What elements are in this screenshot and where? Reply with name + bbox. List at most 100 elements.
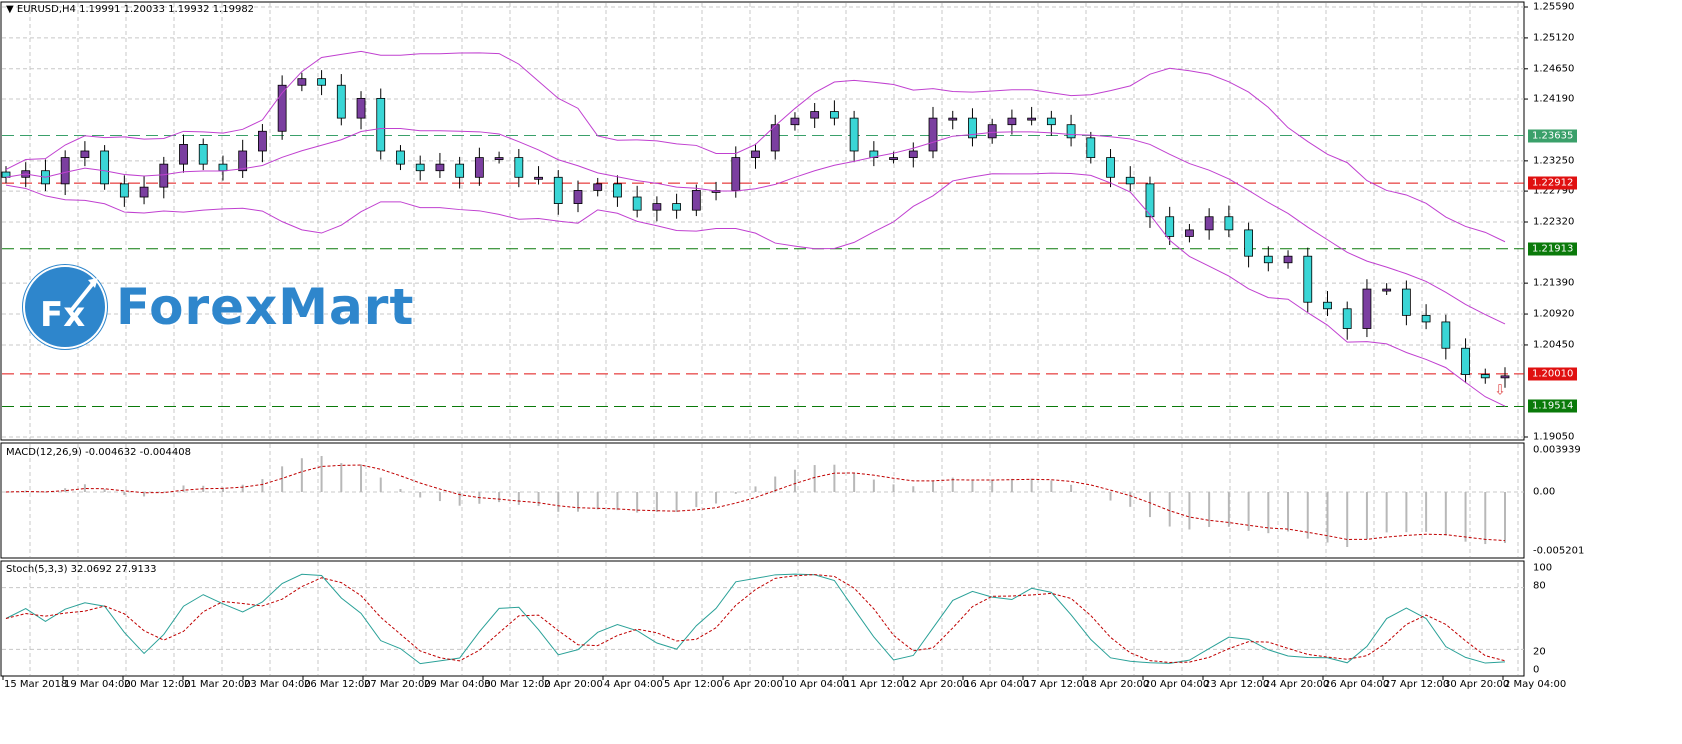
candle (534, 166, 543, 185)
candle (80, 141, 90, 167)
candle-body (60, 157, 70, 185)
time-tick-label: 16 Apr 04:00 (964, 679, 1030, 690)
candle (100, 145, 110, 190)
candle (277, 75, 287, 140)
time-tick-label: 6 Apr 20:00 (724, 679, 783, 690)
candle-body (218, 163, 228, 172)
time-tick-label: 2 May 04:00 (1504, 679, 1567, 690)
candle-body (80, 150, 90, 158)
time-tick-label: 21 Mar 20:00 (184, 679, 251, 690)
candle (790, 112, 800, 131)
candle (1165, 206, 1175, 246)
candle-body (139, 186, 149, 198)
candle (41, 159, 50, 192)
candle-body (119, 183, 129, 198)
candle (317, 70, 326, 96)
symbol-label: EURUSD,H4 (16, 4, 76, 15)
candle (1185, 223, 1194, 243)
macd-tick-label: 0.003939 (1533, 444, 1581, 456)
candle-body (1086, 137, 1096, 158)
candle (1323, 291, 1332, 317)
candle (1027, 106, 1037, 126)
stoch-tick-label: 0 (1533, 664, 1540, 676)
candle-body (751, 150, 760, 158)
candle-body (376, 97, 386, 152)
candle (1145, 176, 1155, 228)
time-tick-label: 27 Apr 12:00 (1384, 679, 1450, 690)
candle (1, 166, 11, 184)
candle-body (810, 111, 820, 119)
macd-panel-frame (0, 442, 1525, 559)
candle (1362, 279, 1372, 338)
candle (672, 193, 682, 219)
candle (810, 102, 820, 128)
candle-body (534, 176, 543, 180)
candle (119, 175, 129, 207)
time-tick-label: 27 Mar 20:00 (364, 679, 431, 690)
candle-body (652, 203, 662, 211)
time-tick-label: 4 Apr 04:00 (604, 679, 663, 690)
time-tick-label: 20 Mar 12:00 (124, 679, 191, 690)
price-tick-label: 1.25590 (1533, 1, 1575, 13)
candle (139, 175, 149, 205)
candle-body (1401, 288, 1411, 316)
candle (1303, 247, 1313, 313)
stoch-tick-label: 80 (1533, 580, 1546, 592)
candle-body (435, 163, 445, 172)
candle (435, 152, 445, 178)
candle-body (1461, 347, 1470, 375)
price-tick-label: 1.21390 (1533, 277, 1575, 289)
candle-body (553, 176, 563, 204)
candle (928, 106, 938, 159)
candle-body (889, 157, 898, 160)
chart-window: ⇩ ▼ EURUSD,H4 1.19991 1.20033 1.19932 1.… (0, 0, 1682, 744)
candle (968, 108, 977, 147)
collapse-triangle-icon[interactable]: ▼ (6, 4, 14, 15)
time-tick-label: 24 Apr 20:00 (1264, 679, 1330, 690)
time-tick-label: 23 Mar 04:00 (244, 679, 311, 690)
level-price-tag: 1.23635 (1528, 129, 1578, 143)
candle-body (1500, 375, 1510, 379)
candle-body (1480, 374, 1490, 379)
time-tick-label: 5 Apr 12:00 (664, 679, 723, 690)
candle (1224, 205, 1234, 238)
candle-body (238, 150, 248, 172)
candle (1441, 314, 1451, 360)
candle-body (849, 117, 859, 152)
candle-body (731, 157, 741, 191)
candle-body (790, 117, 800, 126)
candle (238, 139, 248, 178)
candle (474, 147, 484, 186)
price-tick-label: 1.25120 (1533, 32, 1575, 44)
candle (1125, 166, 1135, 192)
candle-body (1263, 255, 1273, 264)
candle (159, 156, 169, 199)
price-tick-label: 1.24650 (1533, 63, 1575, 75)
stoch-tick-label: 100 (1533, 562, 1553, 574)
candle (1046, 110, 1056, 136)
candle-body (593, 183, 603, 191)
candle (415, 155, 425, 181)
time-tick-label: 15 Mar 2018 (4, 679, 68, 690)
candle (829, 100, 839, 126)
candle-body (948, 117, 958, 121)
candle-body (277, 84, 287, 132)
candle (514, 149, 524, 188)
time-tick-label: 29 Mar 04:00 (424, 679, 491, 690)
price-tick-label: 1.22320 (1533, 216, 1575, 228)
fx-logo-icon: Fx (22, 264, 108, 350)
candle-body (1185, 229, 1194, 237)
candle (376, 88, 386, 160)
candle-body (159, 163, 169, 188)
logo-wordmark: ForexMart (116, 278, 415, 336)
price-tick-label: 1.19050 (1533, 431, 1575, 443)
candle (849, 110, 859, 163)
candle-body (474, 157, 484, 178)
price-tick-label: 1.24190 (1533, 93, 1575, 105)
stoch-label: Stoch(5,3,3) 32.0692 27.9133 (6, 564, 157, 575)
candle (1244, 222, 1253, 268)
stoch-panel-frame (0, 560, 1525, 677)
sell-arrow-icon: ⇩ (1494, 382, 1506, 398)
candle (691, 184, 701, 217)
candle-body (1224, 216, 1234, 231)
